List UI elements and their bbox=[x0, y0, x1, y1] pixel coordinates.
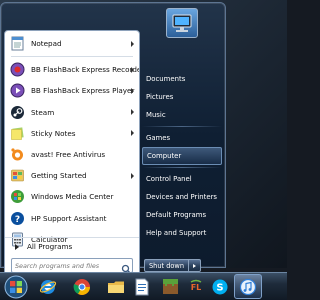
list-divider bbox=[11, 56, 133, 58]
program-item-sticky-notes[interactable]: Sticky Notes bbox=[5, 123, 139, 144]
skype-icon[interactable]: S bbox=[206, 274, 234, 299]
shutdown-button[interactable]: Shut down bbox=[144, 259, 189, 272]
program-label: avast! Free Antivirus bbox=[31, 150, 106, 160]
all-programs-label: All Programs bbox=[27, 242, 73, 251]
svg-text:?: ? bbox=[15, 215, 20, 225]
pinned-programs-list: Notepad BB FlashBack Express Recorder BB… bbox=[5, 33, 139, 250]
internet-explorer-icon[interactable] bbox=[34, 274, 62, 299]
program-item-windows-media-center[interactable]: Windows Media Center bbox=[5, 186, 139, 207]
program-item-avast[interactable]: avast! Free Antivirus bbox=[5, 144, 139, 165]
minecraft-icon[interactable] bbox=[156, 274, 184, 299]
search-icon[interactable] bbox=[121, 260, 132, 275]
link-control-panel[interactable]: Control Panel bbox=[142, 170, 222, 188]
document-icon[interactable] bbox=[128, 274, 156, 299]
program-item-getting-started[interactable]: Getting Started bbox=[5, 165, 139, 186]
submenu-arrow-icon[interactable] bbox=[131, 40, 134, 47]
links-divider bbox=[142, 126, 222, 127]
windows-start-orb-icon[interactable] bbox=[2, 274, 30, 300]
program-item-hp-support-assistant[interactable]: ? HP Support Assistant bbox=[5, 208, 139, 229]
sticky-notes-icon bbox=[9, 125, 26, 142]
program-label: Sticky Notes bbox=[31, 128, 76, 138]
link-documents[interactable]: Documents bbox=[142, 70, 222, 88]
programs-pane: Notepad BB FlashBack Express Recorder BB… bbox=[4, 30, 140, 276]
program-label: HP Support Assistant bbox=[31, 213, 107, 223]
avast-icon bbox=[9, 146, 26, 163]
link-pictures[interactable]: Pictures bbox=[142, 88, 222, 106]
bb-flashback-player-icon bbox=[9, 82, 26, 99]
file-explorer-icon[interactable] bbox=[102, 274, 130, 299]
windows-media-center-icon bbox=[9, 188, 26, 205]
link-games[interactable]: Games bbox=[142, 129, 222, 147]
computer-icon bbox=[166, 8, 198, 38]
program-item-bb-flashback-recorder[interactable]: BB FlashBack Express Recorder bbox=[5, 59, 139, 80]
start-menu: Notepad BB FlashBack Express Recorder BB… bbox=[0, 2, 226, 276]
bb-flashback-recorder-icon bbox=[9, 61, 26, 78]
program-label: Notepad bbox=[31, 39, 62, 49]
submenu-arrow-icon[interactable] bbox=[131, 172, 134, 179]
svg-text:S: S bbox=[216, 282, 223, 293]
link-computer[interactable]: Computer bbox=[142, 147, 222, 165]
notepad-icon bbox=[9, 35, 26, 52]
steam-icon bbox=[9, 104, 26, 121]
chrome-icon[interactable] bbox=[68, 274, 96, 299]
all-programs-button[interactable]: All Programs bbox=[5, 237, 139, 255]
submenu-arrow-icon[interactable] bbox=[131, 130, 134, 137]
submenu-arrow-icon[interactable] bbox=[131, 109, 134, 116]
link-music[interactable]: Music bbox=[142, 106, 222, 124]
program-item-steam[interactable]: Steam bbox=[5, 102, 139, 123]
triangle-right-icon bbox=[15, 243, 19, 250]
submenu-arrow-icon[interactable] bbox=[131, 87, 134, 94]
program-item-bb-flashback-player[interactable]: BB FlashBack Express Player bbox=[5, 80, 139, 101]
program-label: Steam bbox=[31, 107, 55, 117]
getting-started-icon bbox=[9, 167, 26, 184]
hp-support-icon: ? bbox=[9, 210, 26, 227]
program-label: BB FlashBack Express Player bbox=[31, 86, 135, 96]
right-links-pane: Documents Pictures Music Games Computer … bbox=[142, 70, 222, 242]
link-devices-and-printers[interactable]: Devices and Printers bbox=[142, 188, 222, 206]
shutdown-options-arrow-icon[interactable] bbox=[189, 259, 201, 272]
svg-text:FL: FL bbox=[191, 283, 202, 292]
links-divider bbox=[142, 167, 222, 168]
program-label: Windows Media Center bbox=[31, 192, 114, 202]
link-default-programs[interactable]: Default Programs bbox=[142, 206, 222, 224]
search-input[interactable] bbox=[11, 258, 133, 273]
program-item-notepad[interactable]: Notepad bbox=[5, 33, 139, 54]
submenu-arrow-icon[interactable] bbox=[131, 66, 134, 73]
link-help-and-support[interactable]: Help and Support bbox=[142, 224, 222, 242]
program-label: BB FlashBack Express Recorder bbox=[31, 65, 140, 75]
program-label: Getting Started bbox=[31, 171, 87, 181]
itunes-icon[interactable] bbox=[234, 274, 262, 299]
